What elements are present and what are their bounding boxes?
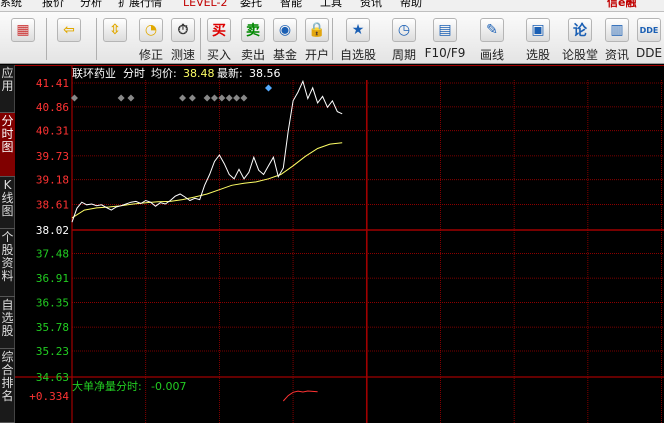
y-tick-label: 39.73 — [36, 150, 69, 163]
period-button[interactable]: ◷ 周期 — [384, 16, 424, 62]
intraday-chart: 41.41 40.86 40.31 39.73 39.18 38.61 38.02 37.48… — [15, 65, 664, 423]
color-scheme-button[interactable]: ▦ — [6, 16, 40, 62]
sell-button[interactable]: 卖卖出 — [238, 16, 268, 62]
sidebar-tab-4[interactable]: 自选股 — [0, 297, 15, 349]
xiuzheng-label: 修正 — [138, 48, 163, 62]
open-account-icon: 🔒 — [305, 18, 329, 42]
y-tick-label: 38.61 — [36, 198, 69, 211]
draw-button[interactable]: ✎ 画线 — [472, 16, 512, 62]
cesu-button[interactable]: ⏱ 测速 — [168, 16, 198, 62]
sidebar-tab-3[interactable]: 个股资料 — [0, 229, 15, 297]
cesu-icon: ⏱ — [171, 18, 195, 42]
buy-button[interactable]: 买买入 — [204, 16, 234, 62]
cesu-label: 测速 — [170, 48, 195, 62]
y-tick-label: 39.18 — [36, 174, 69, 187]
menu-item[interactable]: 系统 — [0, 0, 22, 8]
dde-icon: DDE — [637, 18, 661, 42]
y-tick-label: 35.78 — [36, 321, 69, 334]
sell-label: 卖出 — [240, 48, 265, 62]
last-price-value: 38.56 — [249, 67, 281, 80]
toolbar-separator — [332, 18, 333, 60]
brand-logo: 信e融 — [607, 0, 637, 9]
screen-label: 选股 — [525, 48, 550, 62]
open-account-button[interactable]: 🔒 开户 — [302, 16, 332, 62]
menu-item[interactable]: 委托 — [240, 0, 262, 8]
watchlist-label: 自选股 — [339, 48, 376, 62]
y-tick-label: 35.23 — [36, 345, 69, 358]
menu-item[interactable]: 资讯 — [360, 0, 382, 8]
screen-button[interactable]: ▣ 选股 — [518, 16, 558, 62]
back-icon: ⇦ — [57, 18, 81, 42]
sub-indicator-value: -0.007 — [151, 380, 186, 393]
sell-icon: 卖 — [241, 18, 265, 42]
avg-price-label: 均价: — [151, 67, 177, 80]
news-button[interactable]: ▥ 资讯 — [602, 16, 632, 62]
menu-item[interactable]: 帮助 — [400, 0, 422, 8]
avg-price-value: 38.48 — [183, 67, 215, 80]
chart-background — [15, 65, 664, 423]
view-tabs: 应用 分时图 K线图 个股资料 自选股 综合排名 — [0, 65, 15, 423]
forum-label: 论股堂 — [561, 48, 598, 62]
draw-label: 画线 — [479, 48, 504, 62]
toolbar-separator — [46, 18, 47, 60]
fund-button[interactable]: ◉ 基金 — [270, 16, 300, 62]
dde-label: DDE — [635, 46, 663, 60]
menu-item[interactable]: 智能 — [280, 0, 302, 8]
toolbar-separator — [200, 18, 201, 60]
y-tick-label: 37.48 — [36, 247, 69, 260]
last-price-label: 最新: — [217, 66, 243, 80]
updown-button[interactable]: ⇳ — [100, 16, 130, 62]
chart-mode: 分时 — [123, 67, 145, 80]
menu-item[interactable]: 报价 — [42, 0, 64, 8]
watchlist-icon: ★ — [346, 18, 370, 42]
y-tick-label: 41.41 — [36, 77, 69, 90]
sub-axis-label: +0.334 — [29, 390, 69, 403]
sidebar-tab-0[interactable]: 应用 — [0, 65, 15, 113]
updown-icon: ⇳ — [103, 18, 127, 42]
y-tick-label: 40.86 — [36, 101, 69, 114]
xiuzheng-button[interactable]: ◔ 修正 — [136, 16, 166, 62]
forum-button[interactable]: 论论股堂 — [560, 16, 600, 62]
f10-icon: ▤ — [433, 18, 457, 42]
toolbar: ▦ ⇦ ⇳ ◔ 修正 ⏱ 测速买买入卖卖出 ◉ 基金 🔒 开户 ★ 自选股 ◷ 周期 ▤ F10/F9 ✎ 画线 ▣ 选… — [0, 12, 664, 64]
f10-label: F10/F9 — [424, 46, 466, 60]
period-label: 周期 — [391, 48, 416, 62]
y-tick-label: 40.31 — [36, 125, 69, 138]
news-icon: ▥ — [605, 18, 629, 42]
color-scheme-icon: ▦ — [11, 18, 35, 42]
xiuzheng-icon: ◔ — [139, 18, 163, 42]
sub-indicator-title: 大单净量分时: — [72, 379, 142, 393]
y-tick-label: 36.91 — [36, 272, 69, 285]
y-tick-label: 34.63 — [36, 371, 69, 384]
sidebar-tab-5[interactable]: 综合排名 — [0, 349, 15, 423]
period-icon: ◷ — [392, 18, 416, 42]
news-label: 资讯 — [604, 48, 629, 62]
back-button[interactable]: ⇦ — [52, 16, 86, 62]
menu-item[interactable]: 工具 — [320, 0, 342, 8]
menu-item[interactable]: LEVEL-2 — [183, 0, 227, 8]
stock-name: 联环药业 — [72, 67, 116, 80]
chart-grid — [15, 65, 664, 423]
toolbar-separator — [96, 18, 97, 60]
y-tick-label: 38.02 — [36, 224, 69, 237]
sidebar-tab-2[interactable]: K线图 — [0, 177, 15, 229]
fund-icon: ◉ — [273, 18, 297, 42]
y-tick-label: 36.35 — [36, 296, 69, 309]
watchlist-button[interactable]: ★ 自选股 — [338, 16, 378, 62]
f10-button[interactable]: ▤ F10/F9 — [424, 16, 466, 62]
menu-item[interactable]: 扩展行情 — [118, 0, 162, 8]
screen-icon: ▣ — [526, 18, 550, 42]
buy-label: 买入 — [206, 48, 231, 62]
sidebar-tab-1[interactable]: 分时图 — [0, 113, 15, 177]
buy-icon: 买 — [207, 18, 231, 42]
open-account-label: 开户 — [304, 48, 329, 62]
forum-icon: 论 — [568, 18, 592, 42]
menu-bar: 系统 报价 分析 扩展行情 LEVEL-2 委托 智能 工具 资讯 帮助 信e融 — [0, 0, 664, 12]
draw-icon: ✎ — [480, 18, 504, 42]
fund-label: 基金 — [272, 48, 297, 62]
menu-item[interactable]: 分析 — [80, 0, 102, 8]
dde-button[interactable]: DDE DDE — [634, 16, 664, 62]
